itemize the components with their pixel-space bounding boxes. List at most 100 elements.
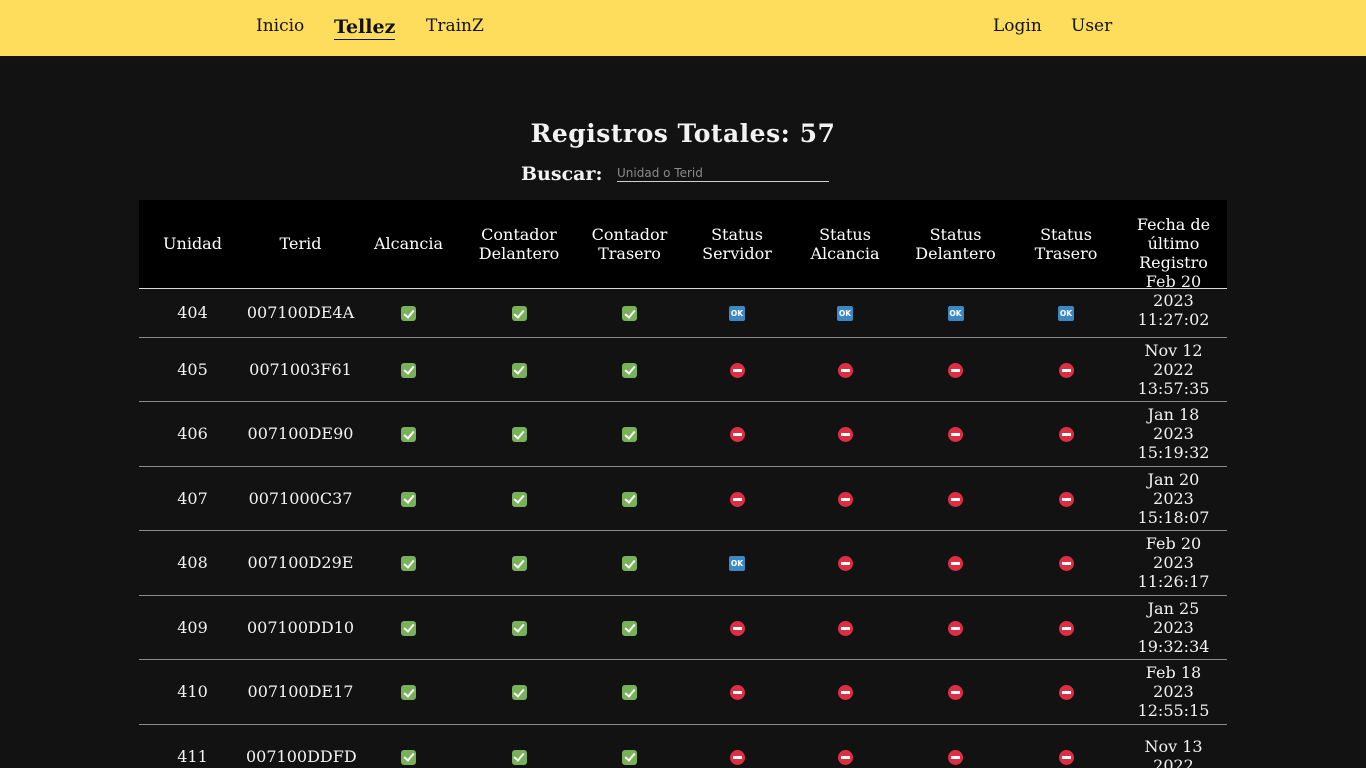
check-mark-icon [401, 491, 416, 507]
fecha-line: Feb 18 [1145, 663, 1202, 683]
nav-link-trainz[interactable]: TrainZ [426, 15, 484, 37]
no-entry-icon [1058, 620, 1074, 636]
cell-fecha: Feb 20 2023 11:27:02 [1120, 272, 1227, 338]
cell-alcancia [355, 466, 462, 531]
fecha-line: 2022 [1153, 756, 1194, 768]
no-entry-icon [837, 620, 853, 636]
cell-alcancia [355, 724, 462, 768]
cell-status-delantero [899, 466, 1012, 531]
cell-status-delantero [899, 595, 1012, 660]
records-table: Unidad Terid Alcancia Contador Delantero Con… [139, 200, 1227, 768]
cell-unidad: 409 [139, 595, 246, 660]
fecha-line: 2023 [1153, 488, 1194, 508]
cell-status-delantero: OK [899, 288, 1012, 338]
cell-unidad: 410 [139, 659, 246, 725]
table-body: 404 007100DE4A OK OK OK OK Feb 20 2023 11:27:02 4… [139, 272, 1227, 768]
cell-status-trasero [1012, 466, 1120, 531]
check-mark-icon [511, 306, 527, 321]
check-mark-icon [401, 685, 416, 701]
cell-status-trasero [1012, 337, 1120, 402]
cell-contador-delantero [462, 724, 576, 768]
column-header-contador-delantero[interactable]: Contador Delantero [462, 200, 576, 289]
column-header-status-alcancia[interactable]: Status Alcancia [791, 200, 899, 289]
cell-status-alcancia [791, 401, 899, 467]
cell-fecha: Nov 13 2022 [1120, 724, 1227, 768]
column-header-terid[interactable]: Terid [246, 200, 355, 289]
column-header-alcancia[interactable]: Alcancia [355, 200, 462, 289]
cell-status-trasero [1012, 659, 1120, 725]
check-mark-icon [511, 749, 527, 765]
table-header-row: Unidad Terid Alcancia Contador Delantero Con… [139, 200, 1227, 289]
search-label: Buscar: [521, 163, 603, 185]
cell-contador-trasero [576, 659, 683, 725]
fecha-line: Nov 12 [1144, 340, 1203, 360]
fecha-line: 13:57:35 [1137, 378, 1210, 398]
no-entry-icon [948, 749, 963, 765]
cell-status-delantero [899, 530, 1012, 596]
nav-link-inicio[interactable]: Inicio [256, 15, 304, 37]
cell-status-trasero [1012, 401, 1120, 467]
fecha-line: 11:27:02 [1137, 310, 1210, 329]
cell-fecha: Feb 18 2023 12:55:15 [1120, 659, 1227, 725]
fecha-line: 2023 [1153, 553, 1194, 573]
no-entry-icon [948, 427, 963, 443]
cell-status-servidor [683, 724, 791, 768]
cell-contador-delantero [462, 401, 576, 467]
cell-status-servidor [683, 595, 791, 660]
cell-status-alcancia [791, 466, 899, 531]
cell-terid: 007100DDFD [246, 724, 357, 768]
column-header-status-trasero[interactable]: Status Trasero [1012, 200, 1120, 289]
no-entry-icon [1058, 491, 1074, 507]
search-input[interactable] [617, 164, 829, 182]
table-row: 410 007100DE17 Feb 18 2023 12:55:15 [139, 659, 1227, 725]
cell-status-servidor: OK [683, 288, 791, 338]
cell-status-servidor [683, 401, 791, 467]
column-header-unidad[interactable]: Unidad [139, 200, 246, 289]
ok-badge-icon: OK [947, 306, 964, 321]
fecha-line: 2023 [1153, 424, 1194, 444]
no-entry-icon [1058, 362, 1074, 378]
nav-link-tellez[interactable]: Tellez [334, 16, 396, 40]
check-mark-icon [511, 556, 527, 572]
cell-status-alcancia [791, 724, 899, 768]
nav-link-user[interactable]: User [1071, 15, 1112, 37]
top-navbar: Inicio Tellez TrainZ Login User [0, 0, 1366, 56]
table-row: 411 007100DDFD Nov 13 2022 [139, 724, 1227, 768]
no-entry-icon [729, 491, 745, 507]
cell-contador-delantero [462, 659, 576, 725]
cell-alcancia [355, 288, 462, 338]
no-entry-icon [1058, 556, 1074, 572]
table-row: 405 0071003F61 Nov 12 2022 13:57:35 [139, 337, 1227, 402]
no-entry-icon [837, 749, 853, 765]
table-row: 409 007100DD10 Jan 25 2023 19:32:34 [139, 595, 1227, 660]
cell-status-trasero [1012, 530, 1120, 596]
cell-terid: 0071003F61 [246, 337, 355, 402]
no-entry-icon [948, 362, 963, 378]
fecha-line: 2023 [1153, 291, 1194, 310]
ok-badge-icon: OK [729, 306, 745, 321]
cell-terid: 007100DE4A [246, 288, 355, 338]
cell-status-delantero [899, 337, 1012, 402]
no-entry-icon [837, 362, 853, 378]
check-mark-icon [401, 362, 416, 378]
records-table-container[interactable]: Unidad Terid Alcancia Contador Delantero Con… [139, 200, 1227, 768]
cell-terid: 0071000C37 [246, 466, 355, 531]
no-entry-icon [948, 685, 963, 701]
check-mark-icon [622, 427, 637, 443]
table-row: 404 007100DE4A OK OK OK OK Feb 20 2023 11:27:02 [139, 272, 1227, 338]
check-mark-icon [622, 749, 637, 765]
cell-status-alcancia [791, 659, 899, 725]
nav-link-login[interactable]: Login [993, 15, 1042, 37]
page-title: Registros Totales: 57 [530, 119, 836, 148]
column-header-status-delantero[interactable]: Status Delantero [899, 200, 1012, 289]
ok-badge-icon: OK [1058, 306, 1074, 321]
column-header-status-servidor[interactable]: Status Servidor [683, 200, 791, 289]
check-mark-icon [511, 362, 527, 378]
cell-contador-delantero [462, 466, 576, 531]
cell-contador-trasero [576, 724, 683, 768]
cell-unidad: 407 [139, 466, 246, 531]
column-header-contador-trasero[interactable]: Contador Trasero [576, 200, 683, 289]
cell-unidad: 404 [139, 288, 246, 338]
no-entry-icon [1058, 749, 1074, 765]
cell-fecha: Jan 25 2023 19:32:34 [1120, 595, 1227, 660]
